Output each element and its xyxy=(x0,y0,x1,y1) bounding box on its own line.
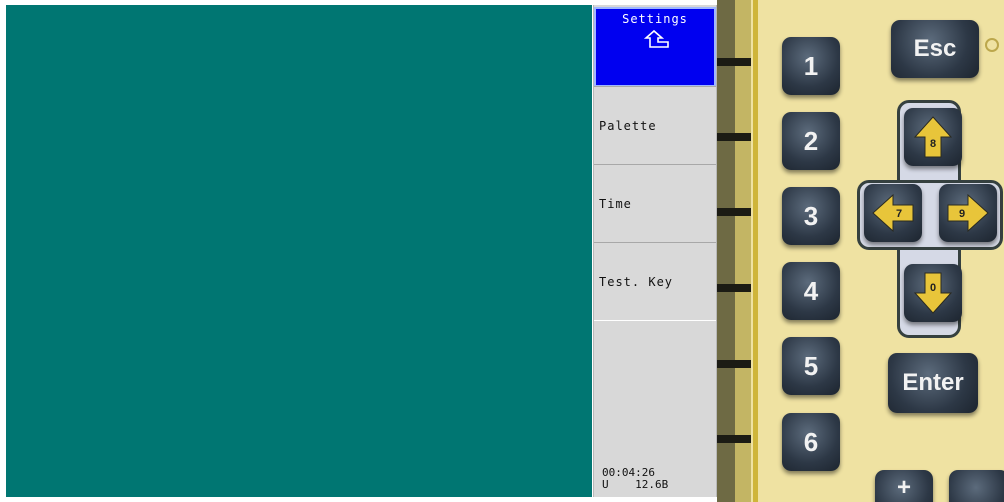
panel-edge xyxy=(753,0,758,502)
status-readout: 00:04:26 U 12.6B xyxy=(602,467,668,491)
menu-item-time[interactable]: Time xyxy=(594,164,716,243)
esc-key[interactable]: Esc xyxy=(891,20,979,78)
bezel-notch xyxy=(717,208,751,216)
bezel-notch xyxy=(717,58,751,66)
menu-item-settings[interactable]: Settings xyxy=(594,7,716,87)
physical-keypad: 1 2 3 4 5 6 Esc 8 7 9 0 Enter + xyxy=(717,0,1004,502)
enter-key[interactable]: Enter xyxy=(888,353,978,413)
key-2[interactable]: 2 xyxy=(782,112,840,170)
menu-item-label: Palette xyxy=(599,118,657,133)
main-display-area xyxy=(6,5,592,497)
svg-text:7: 7 xyxy=(896,208,902,220)
brightness-icon xyxy=(985,38,999,52)
direction-pad: 8 7 9 0 xyxy=(857,100,1003,338)
key-3[interactable]: 3 xyxy=(782,187,840,245)
menu-item-label: Test. Key xyxy=(599,274,674,289)
key-1[interactable]: 1 xyxy=(782,37,840,95)
side-menu: Settings Palette Time Test. Key 00:04:26… xyxy=(593,5,717,497)
svg-text:9: 9 xyxy=(959,208,965,220)
arrow-right-key[interactable]: 9 xyxy=(939,184,997,242)
bezel-notch xyxy=(717,435,751,443)
voltage-readout: U 12.6B xyxy=(602,478,669,491)
bezel-notch xyxy=(717,284,751,292)
bezel-inner xyxy=(735,0,751,502)
arrow-up-icon: 8 xyxy=(913,116,953,158)
key-5[interactable]: 5 xyxy=(782,337,840,395)
menu-item-palette[interactable]: Palette xyxy=(594,86,716,165)
bezel-notch xyxy=(717,133,751,141)
screen-bezel xyxy=(717,0,751,502)
key-4[interactable]: 4 xyxy=(782,262,840,320)
key-6[interactable]: 6 xyxy=(782,413,840,471)
arrow-down-icon: 0 xyxy=(913,272,953,314)
arrow-right-icon: 9 xyxy=(947,193,989,233)
menu-item-label: Time xyxy=(599,196,632,211)
bezel-notch xyxy=(717,360,751,368)
plus-key[interactable]: + xyxy=(875,470,933,502)
arrow-left-key[interactable]: 7 xyxy=(864,184,922,242)
arrow-left-icon: 7 xyxy=(872,193,914,233)
keypad-key-partial[interactable] xyxy=(949,470,1004,502)
arrow-up-key[interactable]: 8 xyxy=(904,108,962,166)
menu-item-label: Settings xyxy=(622,12,688,26)
arrow-down-key[interactable]: 0 xyxy=(904,264,962,322)
svg-text:0: 0 xyxy=(930,282,936,294)
return-up-arrow-icon xyxy=(640,26,670,50)
menu-item-test-key[interactable]: Test. Key xyxy=(594,242,716,321)
svg-text:8: 8 xyxy=(930,138,936,150)
